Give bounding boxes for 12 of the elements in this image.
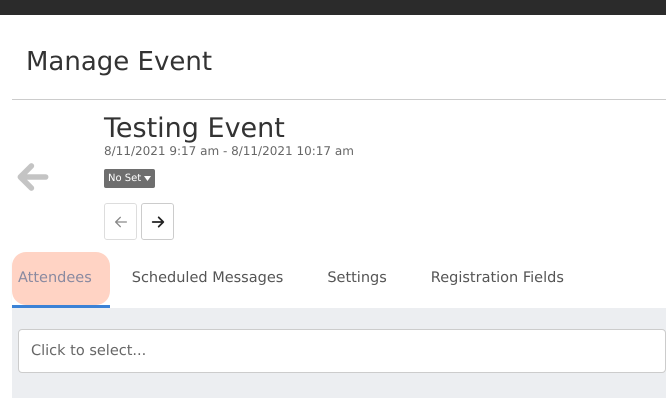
tab[interactable]: Registration Fields [408,252,586,308]
set-dropdown[interactable]: No Set [104,169,156,188]
page-title: Manage Event [26,46,214,79]
next-button[interactable] [141,203,174,240]
select-field[interactable]: Click to select... [18,329,666,373]
caret-icon [144,176,152,181]
event-dates: 8/11/2021 9:17 am - 8/11/2021 10:17 am [104,144,354,158]
tab[interactable]: Settings [305,252,409,308]
tab[interactable]: Scheduled Messages [110,252,306,308]
right-arrow-icon [150,214,166,230]
event-title: Testing Event [104,114,286,144]
left-arrow-icon [112,214,128,230]
